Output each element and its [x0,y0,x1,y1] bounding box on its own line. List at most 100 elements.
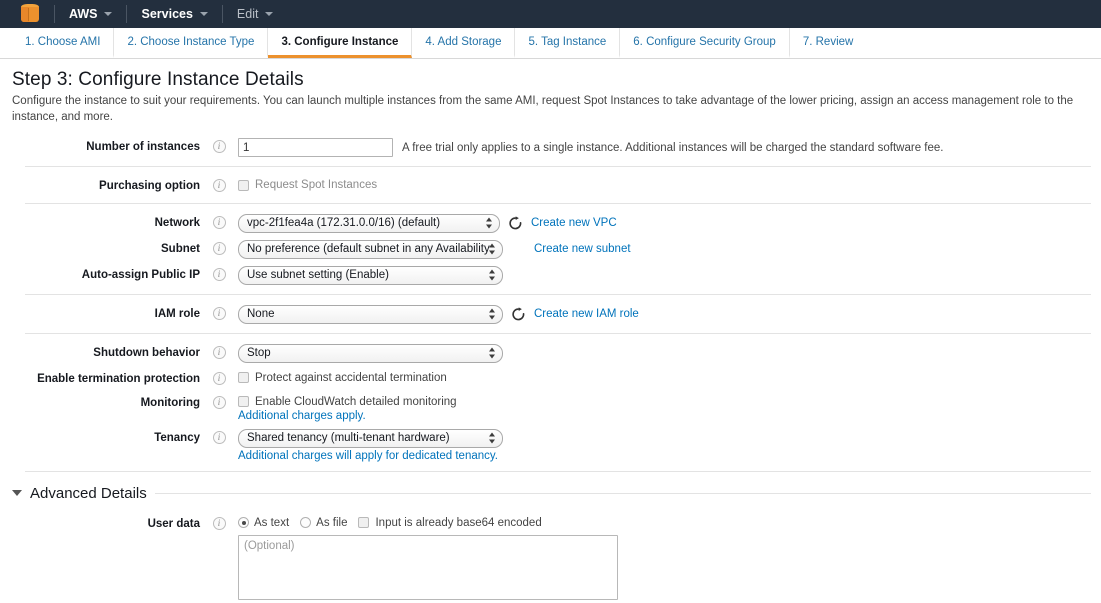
section-divider [25,166,1091,168]
label-shutdown-behavior: Shutdown behavior [93,346,200,359]
row-auto-assign-public-ip: Auto-assign Public IP i Use subnet setti… [0,262,1101,288]
user-data-as-file-option[interactable]: As file [300,517,347,529]
select-arrows-icon [489,308,496,321]
select-arrows-icon [489,243,496,256]
info-icon[interactable]: i [212,371,226,385]
caret-down-icon[interactable] [12,490,22,497]
monitoring-charges-link[interactable]: Additional charges apply. [238,410,1101,422]
monitoring-option[interactable]: Enable CloudWatch detailed monitoring [238,394,1101,408]
number-of-instances-input[interactable] [238,138,393,158]
label-iam-role: IAM role [154,307,200,320]
shutdown-behavior-select[interactable]: Stop [238,343,503,363]
row-network: Network i vpc-2f1fea4a (172.31.0.0/16) (… [0,210,1101,236]
network-select[interactable]: vpc-2f1fea4a (172.31.0.0/16) (default) [238,213,500,233]
request-spot-instances-option[interactable]: Request Spot Instances [238,177,1101,191]
subnet-select[interactable]: No preference (default subnet in any Ava… [238,239,503,259]
create-new-subnet-link[interactable]: Create new subnet [534,243,631,255]
label-subnet: Subnet [161,242,200,255]
auto-assign-public-ip-value: Use subnet setting (Enable) [247,268,389,281]
user-data-textarea[interactable] [238,534,618,600]
tenancy-charges-link[interactable]: Additional charges will apply for dedica… [238,450,1101,462]
create-new-iam-role-link[interactable]: Create new IAM role [534,308,639,320]
chevron-down-icon [104,12,113,16]
section-divider [25,332,1091,334]
select-arrows-icon [489,347,496,360]
nav-divider [221,5,223,23]
label-auto-assign-public-ip: Auto-assign Public IP [81,268,200,281]
info-icon[interactable]: i [212,215,226,229]
info-icon[interactable]: i [212,306,226,320]
page-title: Step 3: Configure Instance Details [12,69,304,90]
chevron-down-icon [265,12,274,16]
row-tenancy: Tenancy i Shared tenancy (multi-tenant h… [0,425,1101,465]
tab-choose-ami[interactable]: 1. Choose AMI [12,28,115,58]
nav-item-services[interactable]: Services [129,0,219,28]
number-of-instances-hint: A free trial only applies to a single in… [402,141,944,154]
info-icon[interactable]: i [212,516,226,530]
row-number-of-instances: Number of instances i A free trial only … [0,134,1101,160]
tab-choose-instance-type[interactable]: 2. Choose Instance Type [114,28,269,58]
page-header: Step 3: Configure Instance Details Confi… [0,59,1101,125]
shutdown-behavior-value: Stop [247,346,271,359]
tab-label: 3. Configure Instance [281,35,399,48]
row-shutdown-behavior: Shutdown behavior i Stop [0,340,1101,366]
info-icon[interactable]: i [212,430,226,444]
create-new-vpc-link[interactable]: Create new VPC [531,217,617,229]
nav-item-edit-label: Edit [236,7,259,21]
tenancy-select-value: Shared tenancy (multi-tenant hardware) [247,431,450,444]
section-divider [25,470,1091,472]
termination-protection-option[interactable]: Protect against accidental termination [238,370,1101,384]
info-icon[interactable]: i [212,241,226,255]
select-arrows-icon [489,432,496,445]
user-data-base64-option[interactable]: Input is already base64 encoded [358,516,542,529]
select-arrows-icon [489,269,496,282]
nav-item-aws[interactable]: AWS [57,0,124,28]
refresh-icon[interactable] [511,307,526,322]
tab-tag-instance[interactable]: 5. Tag Instance [515,28,621,58]
label-termination-protection: Enable termination protection [37,372,200,385]
monitoring-checkbox[interactable] [238,396,249,408]
request-spot-instances-checkbox[interactable] [238,179,249,191]
row-termination-protection: Enable termination protection i Protect … [0,366,1101,390]
wizard-step-tabs: 1. Choose AMI 2. Choose Instance Type 3.… [0,28,1101,59]
tab-review[interactable]: 7. Review [790,28,867,58]
info-icon[interactable]: i [212,140,226,154]
base64-label: Input is already base64 encoded [375,516,542,529]
as-text-radio[interactable] [238,517,249,529]
configure-instance-form: Number of instances i A free trial only … [0,125,1101,603]
tab-configure-instance[interactable]: 3. Configure Instance [268,28,413,58]
base64-checkbox[interactable] [358,517,370,529]
iam-role-select[interactable]: None [238,304,503,324]
aws-cube-logo[interactable] [20,3,40,25]
as-file-label: As file [316,516,348,529]
row-monitoring: Monitoring i Enable CloudWatch detailed … [0,390,1101,425]
tab-add-storage[interactable]: 4. Add Storage [412,28,516,58]
info-icon[interactable]: i [212,179,226,193]
tab-label: 6. Configure Security Group [633,35,776,48]
nav-item-edit[interactable]: Edit [225,0,286,28]
row-subnet: Subnet i No preference (default subnet i… [0,236,1101,262]
label-tenancy: Tenancy [154,431,200,444]
label-number-of-instances: Number of instances [86,141,200,154]
info-icon[interactable]: i [212,345,226,359]
advanced-details-title: Advanced Details [30,484,147,502]
auto-assign-public-ip-select[interactable]: Use subnet setting (Enable) [238,265,503,285]
advanced-details-header[interactable]: Advanced Details [0,478,1101,502]
refresh-icon[interactable] [508,216,523,231]
row-purchasing-option: Purchasing option i Request Spot Instanc… [0,173,1101,197]
nav-item-services-label: Services [141,7,193,21]
tab-configure-security-group[interactable]: 6. Configure Security Group [620,28,790,58]
info-icon[interactable]: i [212,267,226,281]
as-file-radio[interactable] [300,517,312,529]
header-rule [154,492,1091,494]
termination-protection-checkbox[interactable] [238,372,249,384]
label-network: Network [154,216,200,229]
iam-role-select-value: None [247,307,275,320]
section-divider [25,202,1091,204]
user-data-as-text-option[interactable]: As text [238,517,289,529]
tab-label: 5. Tag Instance [528,35,607,48]
tenancy-select[interactable]: Shared tenancy (multi-tenant hardware) [238,428,503,448]
user-data-input-mode-group: As text As file Input is already base64 … [238,515,1101,529]
info-icon[interactable]: i [212,395,226,409]
section-divider [25,293,1091,295]
